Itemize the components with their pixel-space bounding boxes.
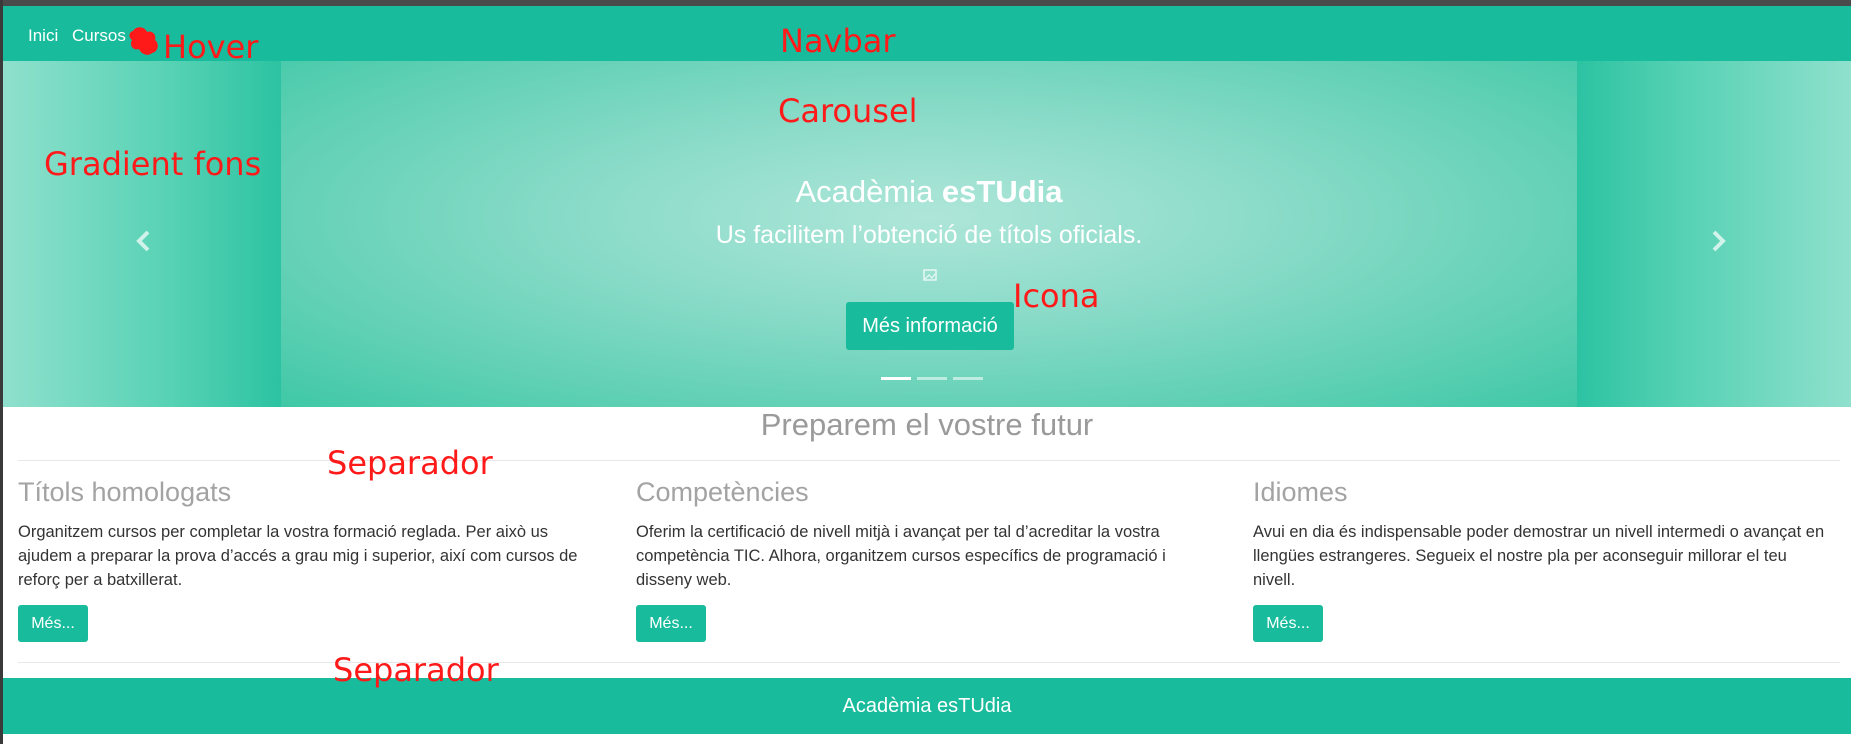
carousel-slide: Acadèmia esTUdia Us facilitem l’obtenció… <box>281 61 1577 407</box>
carousel-next-control[interactable] <box>1698 221 1738 261</box>
carousel-prev-control[interactable] <box>124 221 164 261</box>
carousel-title: Acadèmia esTUdia <box>281 174 1577 210</box>
annotation-separador-top: Separador <box>327 444 493 482</box>
separator-bottom <box>18 662 1840 663</box>
annotation-icona: Icona <box>1013 277 1100 315</box>
carousel-indicators <box>881 377 991 383</box>
more-button-titols[interactable]: Més... <box>18 605 88 643</box>
more-button-idiomes[interactable]: Més... <box>1253 605 1323 643</box>
navbar: Inici Cursos <box>3 6 1851 61</box>
annotation-hover: Hover <box>163 28 259 66</box>
feature-column-competencies: Competències Oferim la certificació de n… <box>636 477 1216 643</box>
annotation-gradient: Gradient fons <box>44 145 262 183</box>
feature-column-titols: Títols homologats Organitzem cursos per … <box>18 477 598 643</box>
more-info-button[interactable]: Més informació <box>846 302 1014 350</box>
broken-image-icon <box>923 269 937 281</box>
carousel-title-brand: esTUdia <box>941 174 1063 209</box>
annotation-navbar: Navbar <box>780 22 896 60</box>
nav-link-cursos[interactable]: Cursos <box>72 26 126 46</box>
carousel-indicator-1[interactable] <box>881 377 911 380</box>
carousel-title-prefix: Acadèmia <box>795 174 942 209</box>
carousel-indicator-3[interactable] <box>953 377 983 380</box>
carousel-indicator-2[interactable] <box>917 377 947 380</box>
feature-title: Títols homologats <box>18 477 232 507</box>
feature-column-idiomes: Idiomes Avui en dia és indispensable pod… <box>1253 477 1833 643</box>
feature-title: Competències <box>636 477 809 507</box>
footer: Acadèmia esTUdia <box>3 678 1851 734</box>
section-title: Preparem el vostre futur <box>760 407 1094 442</box>
feature-text: Organitzem cursos per completar la vostr… <box>18 523 578 590</box>
feature-title: Idiomes <box>1253 477 1348 507</box>
more-button-competencies[interactable]: Més... <box>636 605 706 643</box>
carousel-subtitle: Us facilitem l’obtenció de títols oficia… <box>715 221 1143 249</box>
hover-cursor-mark-icon <box>129 27 158 55</box>
carousel: Acadèmia esTUdia Us facilitem l’obtenció… <box>3 61 1851 407</box>
separator-top <box>18 460 1840 461</box>
chevron-left-icon <box>136 230 150 252</box>
nav-link-inici[interactable]: Inici <box>28 26 58 46</box>
feature-text: Avui en dia és indispensable poder demos… <box>1253 523 1825 590</box>
chevron-right-icon <box>1712 230 1726 252</box>
feature-text: Oferim la certificació de nivell mitjà i… <box>636 523 1166 590</box>
annotation-carousel: Carousel <box>778 92 918 130</box>
annotation-separador-bottom: Separador <box>333 651 499 689</box>
